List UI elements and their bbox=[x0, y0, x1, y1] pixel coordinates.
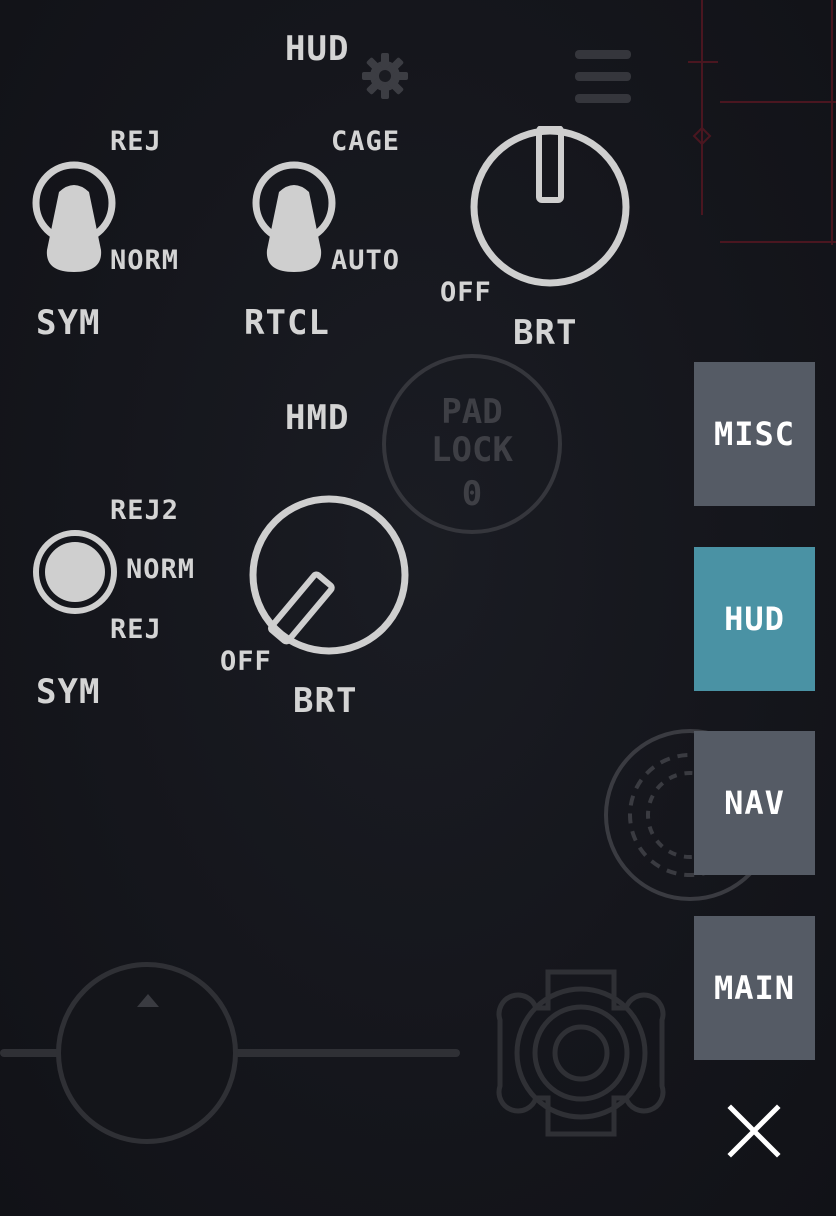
dpad-control[interactable] bbox=[496, 968, 666, 1138]
hmd-sym-label-rej: REJ bbox=[110, 614, 162, 645]
hud-sym-label-rej: REJ bbox=[110, 126, 162, 157]
hud-brt-label: BRT bbox=[513, 313, 578, 353]
hamburger-icon[interactable] bbox=[575, 50, 631, 104]
hud-brt-off-label: OFF bbox=[440, 277, 492, 308]
tab-hud[interactable]: HUD bbox=[694, 547, 815, 691]
hmd-sym-label-rej2: REJ2 bbox=[110, 495, 180, 526]
hmd-brt-knob[interactable] bbox=[248, 494, 410, 656]
tab-misc[interactable]: MISC bbox=[694, 362, 815, 506]
padlock-label-3: 0 bbox=[461, 474, 483, 514]
tab-main[interactable]: MAIN bbox=[694, 916, 815, 1060]
hud-sym-label-norm: NORM bbox=[110, 245, 180, 276]
gear-icon[interactable] bbox=[358, 49, 412, 103]
hud-brt-knob[interactable] bbox=[469, 125, 631, 288]
close-icon[interactable] bbox=[724, 1101, 784, 1161]
background-radar-dial bbox=[604, 729, 776, 901]
hmd-section-title: HMD bbox=[285, 398, 350, 438]
hmd-sym-label-norm: NORM bbox=[126, 554, 196, 585]
hud-sym-label: SYM bbox=[36, 303, 101, 343]
padlock-label-2: LOCK bbox=[431, 430, 513, 470]
hud-rtcl-label-cage: CAGE bbox=[331, 126, 401, 157]
hmd-sym-label: SYM bbox=[36, 672, 101, 712]
hud-rtcl-label: RTCL bbox=[244, 303, 330, 343]
padlock-label-1: PAD bbox=[441, 392, 503, 432]
tab-nav[interactable]: NAV bbox=[694, 731, 815, 875]
throttle-knob[interactable] bbox=[56, 962, 238, 1144]
hud-sym-toggle-switch[interactable] bbox=[31, 160, 117, 272]
hud-rtcl-label-auto: AUTO bbox=[331, 245, 401, 276]
hmd-brt-off-label: OFF bbox=[220, 646, 272, 677]
background-hud-lines bbox=[688, 0, 836, 245]
hmd-brt-label: BRT bbox=[293, 681, 358, 721]
hud-rtcl-toggle-switch[interactable] bbox=[251, 160, 337, 272]
hmd-sym-rotary-switch[interactable] bbox=[31, 528, 119, 616]
hud-section-title: HUD bbox=[285, 29, 350, 69]
